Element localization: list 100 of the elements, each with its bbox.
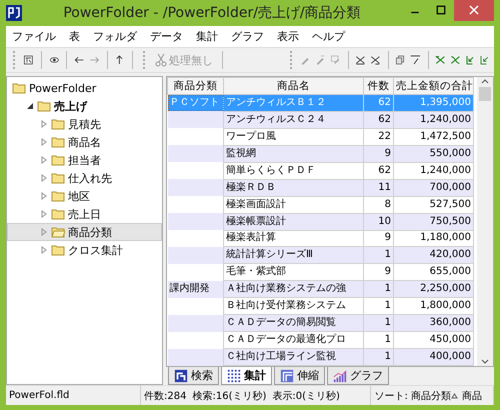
table-cell: 1,240,000	[394, 162, 474, 180]
maximize-icon[interactable]	[436, 5, 446, 15]
table-cell: 1,240,000	[394, 111, 474, 128]
table-cell: 450,000	[394, 332, 474, 349]
menu-item[interactable]: 集計	[196, 29, 218, 44]
table-cell: 1	[364, 246, 394, 264]
table-cell	[168, 246, 224, 264]
sort-ascending-icon	[451, 392, 458, 398]
table-cell: 655,000	[394, 264, 474, 281]
table-cell: 420,000	[394, 246, 474, 264]
table-cell	[168, 314, 224, 332]
menu-item[interactable]: ファイル	[12, 29, 56, 44]
table-cell: ワープロ風	[224, 128, 364, 146]
table-cell: 11	[364, 179, 394, 196]
table-cell: 9	[364, 145, 394, 162]
table-cell: 1,800,000	[394, 298, 474, 315]
folder-icon	[51, 136, 65, 148]
menu-item[interactable]: 表示	[277, 29, 299, 44]
table-cell: ＰＣソフト	[168, 94, 224, 112]
table-cell: 極楽表計算	[224, 230, 364, 247]
collapsed-arrow-icon[interactable]	[40, 120, 48, 128]
scroll-up-icon[interactable]	[481, 77, 489, 85]
status-search-time: 検索:16(ミリ秒)	[192, 390, 266, 402]
window-title: PowerFolder - /PowerFolder/売上げ/商品分類	[62, 4, 362, 22]
folder-icon	[37, 100, 51, 112]
table-cell: Ａ社向け業務システムの強	[224, 280, 364, 298]
tree-item[interactable]: 仕入れ先	[7, 169, 162, 187]
status-display-time: 表示:0(ミリ秒)	[272, 390, 340, 402]
folder-icon	[51, 154, 65, 166]
status-file: PowerFol.fld	[9, 390, 70, 401]
table-cell: 1,180,000	[394, 230, 474, 247]
tree-item[interactable]: 見積先	[7, 115, 162, 133]
scrollbar-thumb[interactable]	[479, 87, 491, 101]
tree-item[interactable]: 地区	[7, 187, 162, 205]
menu-item[interactable]: 表	[69, 29, 80, 44]
table-cell: 監視網	[224, 145, 364, 162]
table-cell: 9	[364, 230, 394, 247]
tree-item[interactable]: 担当者	[7, 151, 162, 169]
folder-icon	[51, 208, 65, 220]
view-tab[interactable]: グラフ	[327, 367, 389, 385]
table-cell: 1	[364, 298, 394, 315]
scrollbar[interactable]	[477, 77, 493, 366]
table-cell: 527,500	[394, 196, 474, 214]
table-cell: 簡単らくらくＰＤＦ	[224, 162, 364, 180]
table-cell: Ｂ社向け受付業務システム	[224, 298, 364, 315]
table-cell: 統計計算シリーズⅢ	[224, 246, 364, 264]
table-cell	[168, 145, 224, 162]
view-tab[interactable]: 集計	[221, 367, 272, 385]
status-sort-second: 商品	[462, 390, 482, 402]
tree-item[interactable]: 商品名	[7, 133, 162, 151]
collapsed-arrow-icon[interactable]	[40, 246, 48, 254]
column-header[interactable]: 商品名	[224, 78, 364, 94]
table-cell: 360,000	[394, 314, 474, 332]
table-cell: 8	[364, 196, 394, 214]
tree-item[interactable]: PowerFolder	[7, 79, 162, 97]
folder-icon	[51, 244, 65, 256]
menu-item[interactable]: グラフ	[231, 29, 264, 44]
bar-chart-icon	[333, 368, 347, 382]
menu-item[interactable]: データ	[150, 29, 183, 44]
tree-item[interactable]: 売上げ	[7, 97, 162, 115]
tree-item[interactable]: 売上日	[7, 205, 162, 223]
column-header[interactable]: 件数	[364, 78, 394, 94]
table-cell: アンチウィルスＣ２４	[224, 111, 364, 128]
collapsed-arrow-icon[interactable]	[40, 156, 48, 164]
table-cell: 1	[364, 280, 394, 298]
table-cell: ＣＡＤデータの最適化プロ	[224, 332, 364, 349]
column-header[interactable]: 商品分類	[168, 78, 224, 94]
collapsed-arrow-icon[interactable]	[40, 138, 48, 146]
view-tab[interactable]: 検索	[168, 367, 219, 385]
column-header[interactable]: 売上金額の合計	[394, 78, 474, 94]
table-cell	[168, 179, 224, 196]
table-cell: 2,250,000	[394, 280, 474, 298]
table-cell: 62	[364, 94, 394, 112]
menu-item[interactable]: フォルダ	[93, 29, 137, 44]
table-cell: 極楽ＲＤＢ	[224, 179, 364, 196]
grid-icon	[227, 368, 241, 382]
status-sort: ソート: 商品分類	[374, 390, 451, 402]
collapsed-arrow-icon[interactable]	[40, 192, 48, 200]
table-cell: 550,000	[394, 145, 474, 162]
scissors-icon	[154, 53, 167, 67]
table-cell: 1	[364, 314, 394, 332]
table-cell	[168, 213, 224, 230]
close-icon[interactable]	[469, 5, 479, 15]
tree-item[interactable]: 商品分類	[7, 223, 162, 241]
table-cell: 62	[364, 111, 394, 128]
view-tab[interactable]: 伸縮	[274, 367, 325, 385]
collapsed-arrow-icon[interactable]	[40, 174, 48, 182]
table-cell: 毛筆・紫式部	[224, 264, 364, 281]
menu-item[interactable]: ヘルプ	[312, 29, 345, 44]
table-cell: 極楽帳票設計	[224, 213, 364, 230]
collapsed-arrow-icon[interactable]	[40, 210, 48, 218]
expanded-arrow-icon[interactable]	[26, 102, 34, 110]
folder-icon	[51, 118, 65, 130]
scroll-down-icon[interactable]	[481, 358, 489, 366]
table-cell	[168, 348, 224, 366]
table-cell: 1,395,000	[394, 94, 474, 112]
close-button[interactable]	[454, 0, 494, 21]
tree-item[interactable]: クロス集計	[7, 241, 162, 259]
table-cell: 9	[364, 264, 394, 281]
collapsed-arrow-icon[interactable]	[40, 228, 48, 236]
